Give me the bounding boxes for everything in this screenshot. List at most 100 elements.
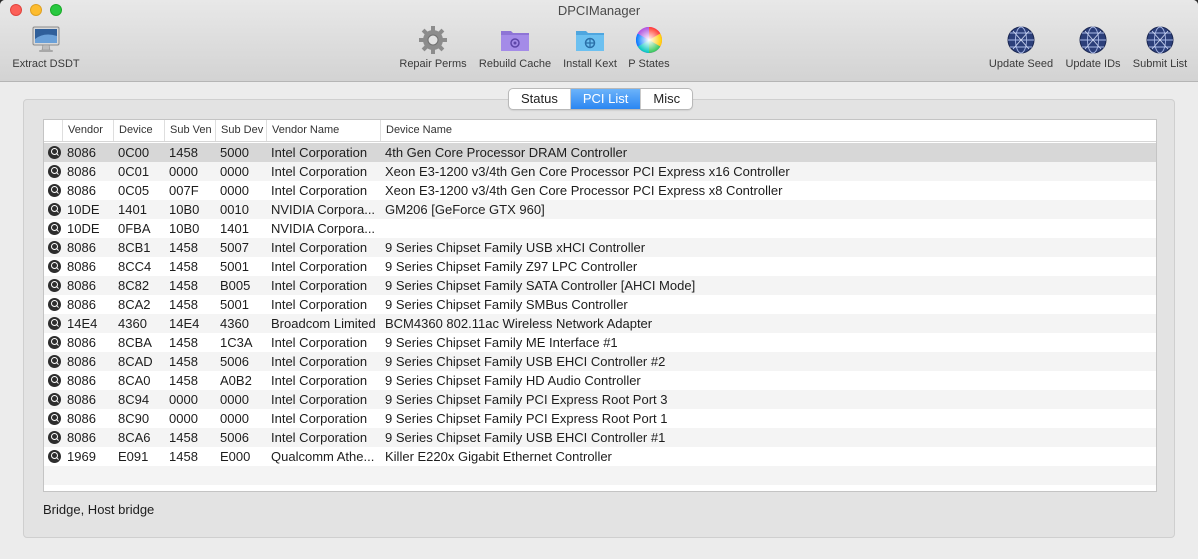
magnifier-icon[interactable] <box>48 450 61 463</box>
cell-vendor: 8086 <box>67 430 96 445</box>
cell-sub-dev: 1401 <box>220 221 249 236</box>
cell-sub-dev: 4360 <box>220 316 249 331</box>
cell-sub-ven: 14E4 <box>169 316 200 331</box>
update-seed-button[interactable]: Update Seed <box>985 24 1057 74</box>
table-row[interactable]: 8086 8C90 0000 0000 Intel Corporation 9 Serie… <box>44 409 1156 428</box>
magnifier-icon[interactable] <box>48 184 61 197</box>
tab-pci-list[interactable]: PCI List <box>570 89 642 109</box>
table-row[interactable]: 8086 0C05 007F 0000 Intel Corporation Xeon E3… <box>44 181 1156 200</box>
rebuild-cache-button[interactable]: Rebuild Cache <box>477 24 553 74</box>
cell-sub-dev: 1C3A <box>220 335 253 350</box>
cell-sub-ven: 10B0 <box>169 202 200 217</box>
header-device-name[interactable]: Device Name <box>381 120 1156 141</box>
table-row[interactable]: 8086 0C01 0000 0000 Intel Corporation Xeon E3… <box>44 162 1156 181</box>
cell-sub-dev: 5006 <box>220 430 249 445</box>
cell-sub-ven: 1458 <box>169 145 198 160</box>
cell-sub-ven: 1458 <box>169 297 198 312</box>
cell-sub-dev: 0010 <box>220 202 249 217</box>
cell-vendor-name: Intel Corporation <box>271 335 368 350</box>
table-row[interactable]: 14E4 4360 14E4 4360 Broadcom Limited BCM4360 … <box>44 314 1156 333</box>
cell-vendor: 8086 <box>67 297 96 312</box>
magnifier-icon[interactable] <box>48 355 61 368</box>
status-text: Bridge, Host bridge <box>43 502 155 517</box>
repair-perms-button[interactable]: Repair Perms <box>397 24 469 74</box>
cell-vendor-name: Broadcom Limited <box>271 316 376 331</box>
magnifier-icon[interactable] <box>48 165 61 178</box>
tab-misc[interactable]: Misc <box>641 89 692 109</box>
cell-vendor: 8086 <box>67 145 96 160</box>
cell-device: 8C94 <box>118 392 150 407</box>
table-row[interactable]: 10DE 1401 10B0 0010 NVIDIA Corpora... GM206 [… <box>44 200 1156 219</box>
table-row[interactable]: 1969 E091 1458 E000 Qualcomm Athe... Killer E… <box>44 447 1156 466</box>
tab-status[interactable]: Status <box>509 89 571 109</box>
cell-sub-dev: 5001 <box>220 297 249 312</box>
submit-list-button[interactable]: Submit List <box>1128 24 1192 74</box>
magnifier-icon[interactable] <box>48 260 61 273</box>
cell-device-name: 9 Series Chipset Family USB EHCI Control… <box>385 430 666 445</box>
magnifier-icon[interactable] <box>48 241 61 254</box>
cell-device-name: Killer E220x Gigabit Ethernet Controller <box>385 449 612 464</box>
cell-vendor-name: NVIDIA Corpora... <box>271 221 376 236</box>
magnifier-icon[interactable] <box>48 317 61 330</box>
table-row[interactable]: 8086 8CAD 1458 5006 Intel Corporation 9 Serie… <box>44 352 1156 371</box>
cell-device: 8C90 <box>118 411 150 426</box>
window-title: DPCIManager <box>557 3 641 18</box>
magnifier-icon[interactable] <box>48 298 61 311</box>
cell-vendor: 8086 <box>67 392 96 407</box>
cell-vendor: 1969 <box>67 449 96 464</box>
header-sub-ven[interactable]: Sub Ven <box>165 120 216 141</box>
cell-device-name: 9 Series Chipset Family USB EHCI Control… <box>385 354 666 369</box>
cell-sub-ven: 007F <box>169 183 199 198</box>
cell-device: 8CB1 <box>118 240 151 255</box>
magnifier-icon[interactable] <box>48 222 61 235</box>
cell-sub-ven: 0000 <box>169 164 198 179</box>
magnifier-icon[interactable] <box>48 393 61 406</box>
network-globe-icon <box>1079 26 1107 54</box>
p-states-button[interactable]: P States <box>625 24 673 74</box>
color-wheel-icon <box>635 26 663 54</box>
cell-sub-dev: 0000 <box>220 183 249 198</box>
cell-vendor-name: Intel Corporation <box>271 430 368 445</box>
table-row[interactable]: 8086 8CC4 1458 5001 Intel Corporation 9 Serie… <box>44 257 1156 276</box>
magnifier-icon[interactable] <box>48 431 61 444</box>
repair-perms-label: Repair Perms <box>399 58 467 70</box>
table-row[interactable]: 10DE 0FBA 10B0 1401 NVIDIA Corpora... <box>44 219 1156 238</box>
table-row[interactable]: 8086 8C94 0000 0000 Intel Corporation 9 Serie… <box>44 390 1156 409</box>
cell-device: 8CC4 <box>118 259 152 274</box>
cell-sub-dev: 0000 <box>220 164 249 179</box>
pci-device-table[interactable]: Vendor Device Sub Ven Sub Dev Vendor Nam… <box>43 119 1157 492</box>
update-ids-button[interactable]: Update IDs <box>1061 24 1125 74</box>
header-sub-dev[interactable]: Sub Dev <box>216 120 267 141</box>
cell-vendor: 8086 <box>67 164 96 179</box>
cell-sub-dev: 0000 <box>220 411 249 426</box>
table-row[interactable]: 8086 8C82 1458 B005 Intel Corporation 9 Serie… <box>44 276 1156 295</box>
header-device[interactable]: Device <box>114 120 165 141</box>
extract-dsdt-button[interactable]: Extract DSDT <box>10 24 82 74</box>
magnifier-icon[interactable] <box>48 336 61 349</box>
cell-sub-ven: 10B0 <box>169 221 200 236</box>
table-row[interactable]: 8086 0C00 1458 5000 Intel Corporation 4th Gen… <box>44 143 1156 162</box>
cell-sub-ven: 1458 <box>169 259 198 274</box>
purple-folder-icon <box>501 31 529 51</box>
cell-vendor-name: Intel Corporation <box>271 392 368 407</box>
install-kext-button[interactable]: Install Kext <box>560 24 620 74</box>
cell-sub-ven: 1458 <box>169 240 198 255</box>
magnifier-icon[interactable] <box>48 203 61 216</box>
cell-vendor: 10DE <box>67 221 100 236</box>
magnifier-icon[interactable] <box>48 279 61 292</box>
cell-vendor-name: Intel Corporation <box>271 278 368 293</box>
table-row[interactable]: 8086 8CA2 1458 5001 Intel Corporation 9 Serie… <box>44 295 1156 314</box>
header-vendor-name[interactable]: Vendor Name <box>267 120 381 141</box>
magnifier-icon[interactable] <box>48 374 61 387</box>
magnifier-icon[interactable] <box>48 146 61 159</box>
cell-device: 0C01 <box>118 164 150 179</box>
table-row[interactable]: 8086 8CA0 1458 A0B2 Intel Corporation 9 Serie… <box>44 371 1156 390</box>
table-row[interactable]: 8086 8CB1 1458 5007 Intel Corporation 9 Serie… <box>44 238 1156 257</box>
cell-sub-dev: 5006 <box>220 354 249 369</box>
cell-vendor-name: Intel Corporation <box>271 183 368 198</box>
cell-vendor: 10DE <box>67 202 100 217</box>
header-vendor[interactable]: Vendor <box>63 120 114 141</box>
table-row[interactable]: 8086 8CBA 1458 1C3A Intel Corporation 9 Serie… <box>44 333 1156 352</box>
table-row[interactable]: 8086 8CA6 1458 5006 Intel Corporation 9 Serie… <box>44 428 1156 447</box>
magnifier-icon[interactable] <box>48 412 61 425</box>
